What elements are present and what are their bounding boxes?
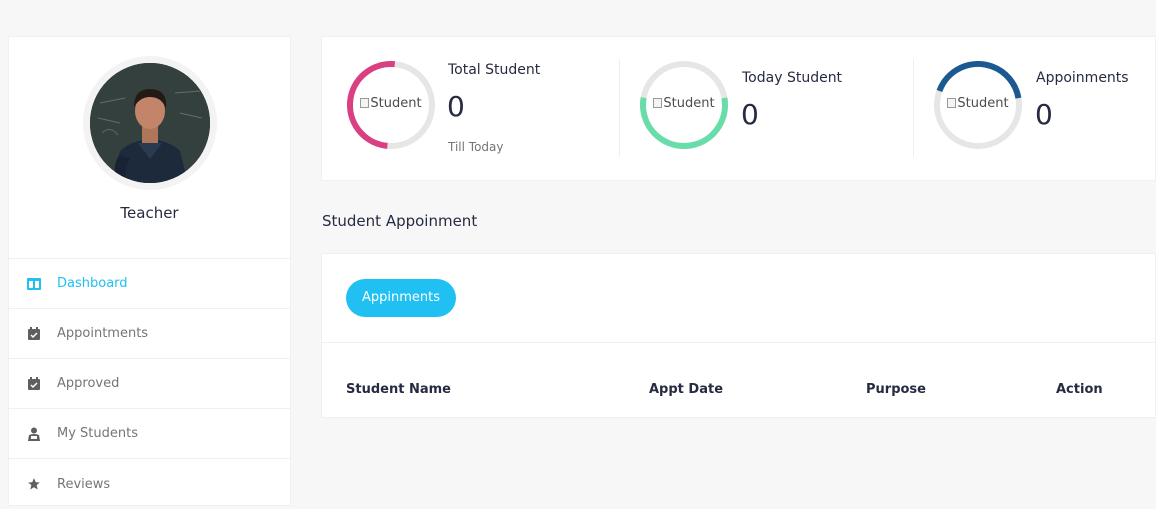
avatar-ring	[83, 56, 217, 190]
sidebar-item-approved[interactable]: Approved	[9, 359, 290, 409]
profile-widget: Teacher	[9, 37, 290, 259]
stat-divider	[913, 59, 914, 157]
stat-title-total: Total Student	[448, 62, 541, 78]
star-icon	[27, 477, 41, 491]
avatar[interactable]	[90, 63, 210, 183]
sidebar-item-appointments[interactable]: Appointments	[9, 309, 290, 359]
stat-title-today: Today Student	[742, 70, 843, 86]
stats-card: Student Total Student 0 Till Today Stude…	[321, 36, 1156, 181]
image-alt-text: Student	[957, 96, 1009, 111]
sidebar-item-dashboard[interactable]: Dashboard	[9, 259, 290, 309]
sidebar-item-reviews[interactable]: Reviews	[9, 459, 290, 509]
image-alt-text: Student	[370, 96, 422, 111]
column-header-purpose[interactable]: Purpose	[866, 382, 926, 397]
stat-divider	[619, 59, 620, 157]
tab-appointments[interactable]: Appinments	[346, 279, 457, 317]
students-icon	[27, 427, 41, 441]
table-header: Student Name Appt Date Purpose Action	[322, 343, 1155, 417]
stat-title-appointments: Appoinments	[1036, 70, 1129, 86]
stat-ring-today: Student	[639, 60, 729, 150]
student-image-broken: Student	[639, 96, 729, 111]
calendar-check-icon	[27, 327, 41, 341]
stat-value-total: 0	[447, 90, 465, 123]
sidebar-menu: Dashboard Appointments Approved My Stude…	[9, 259, 290, 509]
image-alt-text: Student	[663, 96, 715, 111]
tab-bar: Appinments	[322, 254, 1155, 343]
section-title: Student Appoinment	[322, 212, 478, 230]
sidebar-item-label: Appointments	[57, 326, 149, 341]
sidebar: Teacher Dashboard Appointments Approved …	[8, 36, 291, 506]
stat-ring-total: Student	[346, 60, 436, 150]
stat-value-today: 0	[741, 98, 759, 131]
stat-sub-total: Till Today	[448, 140, 504, 154]
sidebar-item-label: My Students	[57, 426, 138, 441]
dashboard-icon	[27, 277, 41, 291]
sidebar-item-my-students[interactable]: My Students	[9, 409, 290, 459]
column-header-appt-date[interactable]: Appt Date	[649, 382, 723, 397]
sidebar-item-label: Approved	[57, 376, 120, 391]
column-header-action[interactable]: Action	[1056, 382, 1103, 397]
calendar-check-icon	[27, 377, 41, 391]
stat-value-appointments: 0	[1035, 98, 1053, 131]
column-header-student-name[interactable]: Student Name	[346, 382, 451, 397]
sidebar-item-label: Dashboard	[57, 276, 128, 291]
sidebar-item-label: Reviews	[57, 476, 111, 492]
profile-name: Teacher	[120, 204, 179, 222]
student-image-broken: Student	[933, 96, 1023, 111]
student-image-broken: Student	[346, 96, 436, 111]
appointments-card: Appinments Student Name Appt Date Purpos…	[321, 253, 1156, 418]
stat-ring-appointments: Student	[933, 60, 1023, 150]
